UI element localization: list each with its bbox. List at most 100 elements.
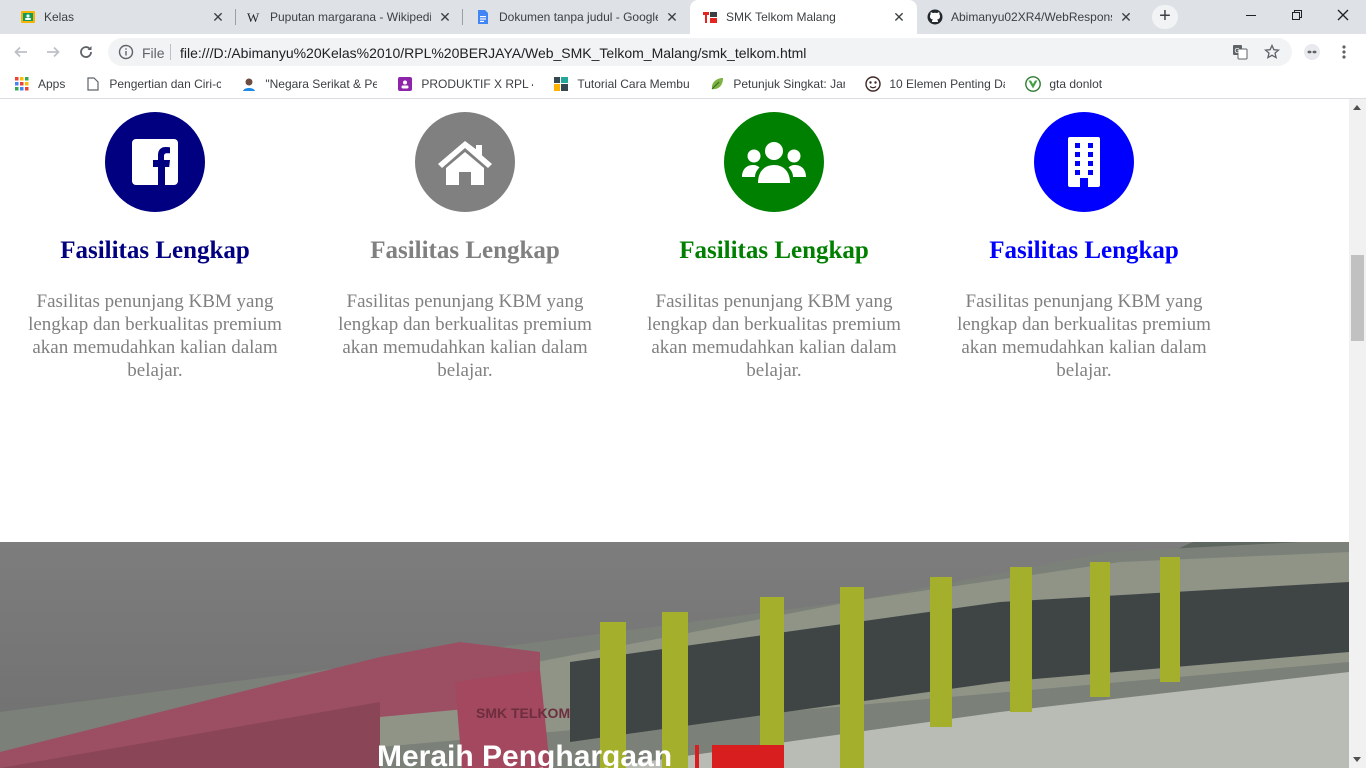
- bookmark-item[interactable]: Pengertian dan Ciri-ciri: [85, 76, 221, 92]
- bookmark-item[interactable]: gta donlot: [1025, 76, 1102, 92]
- bookmark-item[interactable]: PRODUKTIF X RPL 4 -: [397, 76, 533, 92]
- bookmark-label: Petunjuk Singkat: Jan: [733, 77, 846, 91]
- close-icon: [1337, 9, 1349, 21]
- bookmark-label: gta donlot: [1049, 77, 1103, 91]
- tab-title: Kelas: [44, 10, 75, 24]
- facebook-icon: [132, 139, 178, 185]
- building-icon: [1068, 137, 1100, 187]
- feature-description: Fasilitas penunjang KBM yang lengkap dan…: [647, 291, 901, 381]
- hero-section: SMK TELKOM Meraih Penghargaan: [0, 542, 1349, 768]
- feature-description: Fasilitas penunjang KBM yang lengkap dan…: [28, 291, 282, 381]
- profile-avatar-icon: [1304, 44, 1320, 60]
- menu-button[interactable]: [1332, 40, 1356, 64]
- reload-icon: [80, 46, 92, 58]
- bookmark-item[interactable]: Tutorial Cara Membu: [553, 76, 689, 92]
- tutorial-icon: [553, 76, 569, 92]
- leaf-icon: [709, 76, 725, 92]
- restore-button[interactable]: [1274, 0, 1320, 30]
- scroll-up-arrow-icon[interactable]: [1353, 105, 1361, 110]
- close-tab-icon[interactable]: ✕: [437, 9, 453, 26]
- forward-button[interactable]: [41, 40, 65, 64]
- bookmark-item[interactable]: 10 Elemen Penting Da: [865, 76, 1005, 92]
- svg-text:G: G: [1235, 48, 1240, 55]
- new-tab-button[interactable]: +: [1152, 5, 1178, 29]
- close-tab-icon[interactable]: ✕: [664, 9, 680, 26]
- tab-title: Puputan margarana - Wikipedia: [270, 10, 431, 24]
- restore-icon: [1292, 10, 1302, 20]
- page-icon: [85, 76, 101, 92]
- feature-title: Fasilitas Lengkap: [370, 237, 560, 264]
- feature-title: Fasilitas Lengkap: [679, 237, 869, 264]
- bookmark-apps[interactable]: Apps: [14, 76, 65, 92]
- github-icon: [927, 9, 943, 25]
- scrollbar-thumb[interactable]: [1351, 255, 1364, 341]
- avatar-icon: [241, 76, 257, 92]
- tab-title: Dokumen tanpa judul - Google Docs: [499, 10, 658, 24]
- tab-smk-telkom[interactable]: SMK Telkom Malang ✕: [690, 0, 917, 34]
- bookmark-item[interactable]: "Negara Serikat & Pe: [241, 76, 377, 92]
- home-icon: [438, 141, 492, 185]
- building-sign-text: SMK TELKOM: [476, 705, 570, 721]
- feature-card-building: Fasilitas Lengkap Fasilitas penunjang KB…: [944, 99, 1224, 382]
- school-building-image: SMK TELKOM: [0, 542, 1349, 768]
- tab-github[interactable]: Abimanyu02XR4/WebResponsive ✕: [917, 0, 1144, 34]
- feature-title: Fasilitas Lengkap: [989, 237, 1179, 264]
- address-divider: [170, 44, 171, 60]
- feature-description: Fasilitas penunjang KBM yang lengkap dan…: [338, 291, 592, 381]
- close-window-button[interactable]: [1320, 0, 1366, 30]
- feature-card-facebook: Fasilitas Lengkap Fasilitas penunjang KB…: [15, 99, 295, 382]
- bookmarks-bar: Apps Pengertian dan Ciri-ciri "Negara Se…: [0, 70, 1366, 98]
- hero-title: Meraih Penghargaan: [377, 740, 673, 768]
- bookmark-item[interactable]: Petunjuk Singkat: Jan: [709, 76, 845, 92]
- tab-wikipedia[interactable]: W Puputan margarana - Wikipedia ✕: [236, 0, 463, 34]
- svg-text:W: W: [247, 10, 260, 25]
- feature-icon-circle[interactable]: [105, 112, 205, 212]
- apps-grid-icon: [14, 76, 30, 92]
- feature-description: Fasilitas penunjang KBM yang lengkap dan…: [957, 291, 1211, 381]
- tab-title: SMK Telkom Malang: [726, 10, 836, 24]
- forward-arrow-icon: [47, 46, 60, 58]
- tab-google-docs[interactable]: Dokumen tanpa judul - Google Docs ✕: [463, 0, 690, 34]
- bookmark-label: 10 Elemen Penting Da: [889, 77, 1006, 91]
- close-tab-icon[interactable]: ✕: [210, 9, 226, 26]
- feature-card-users: Fasilitas Lengkap Fasilitas penunjang KB…: [634, 99, 914, 382]
- back-arrow-icon: [14, 46, 27, 58]
- more-vert-icon: [1342, 45, 1346, 59]
- info-icon[interactable]: [118, 44, 134, 65]
- minimize-button[interactable]: [1228, 0, 1274, 30]
- profile-button[interactable]: [1300, 40, 1324, 64]
- bookmark-label: Apps: [38, 77, 66, 91]
- feature-card-home: Fasilitas Lengkap Fasilitas penunjang KB…: [325, 99, 605, 382]
- feature-title: Fasilitas Lengkap: [60, 237, 250, 264]
- bookmark-star-icon[interactable]: [1263, 43, 1281, 65]
- face-icon: [865, 76, 882, 92]
- google-docs-icon: [475, 9, 491, 25]
- bookmark-label: PRODUKTIF X RPL 4 -: [421, 77, 534, 91]
- wikipedia-icon: W: [246, 9, 262, 25]
- feature-icon-circle[interactable]: [415, 112, 515, 212]
- bookmark-label: Tutorial Cara Membu: [577, 77, 690, 91]
- bookmark-label: Pengertian dan Ciri-ciri: [109, 77, 222, 91]
- browser-toolbar: File file:///D:/Abimanyu%20Kelas%2010/RP…: [0, 34, 1366, 70]
- classroom-icon: [397, 76, 413, 92]
- feature-icon-circle[interactable]: [724, 112, 824, 212]
- feature-icon-circle[interactable]: [1034, 112, 1134, 212]
- users-icon: [742, 142, 806, 183]
- google-classroom-icon: [20, 9, 36, 25]
- translate-icon[interactable]: G: [1232, 44, 1248, 65]
- back-button[interactable]: [9, 40, 33, 64]
- telkom-icon: [702, 9, 718, 25]
- reload-button[interactable]: [74, 40, 98, 64]
- close-tab-icon[interactable]: ✕: [1118, 9, 1134, 26]
- close-tab-icon[interactable]: ✕: [891, 9, 907, 26]
- scroll-down-arrow-icon[interactable]: [1353, 757, 1361, 762]
- page-viewport[interactable]: Fasilitas Lengkap Fasilitas penunjang KB…: [0, 99, 1349, 768]
- bookmark-label: "Negara Serikat & Pe: [265, 77, 378, 91]
- tab-strip: Kelas ✕ W Puputan margarana - Wikipedia …: [0, 0, 1366, 34]
- minimize-icon: [1246, 15, 1256, 16]
- url-text[interactable]: file:///D:/Abimanyu%20Kelas%2010/RPL%20B…: [180, 45, 806, 61]
- page-scrollbar[interactable]: [1349, 99, 1366, 768]
- address-bar[interactable]: File file:///D:/Abimanyu%20Kelas%2010/RP…: [108, 38, 1292, 66]
- tab-title: Abimanyu02XR4/WebResponsive: [951, 10, 1112, 24]
- tab-kelas[interactable]: Kelas ✕: [0, 0, 236, 34]
